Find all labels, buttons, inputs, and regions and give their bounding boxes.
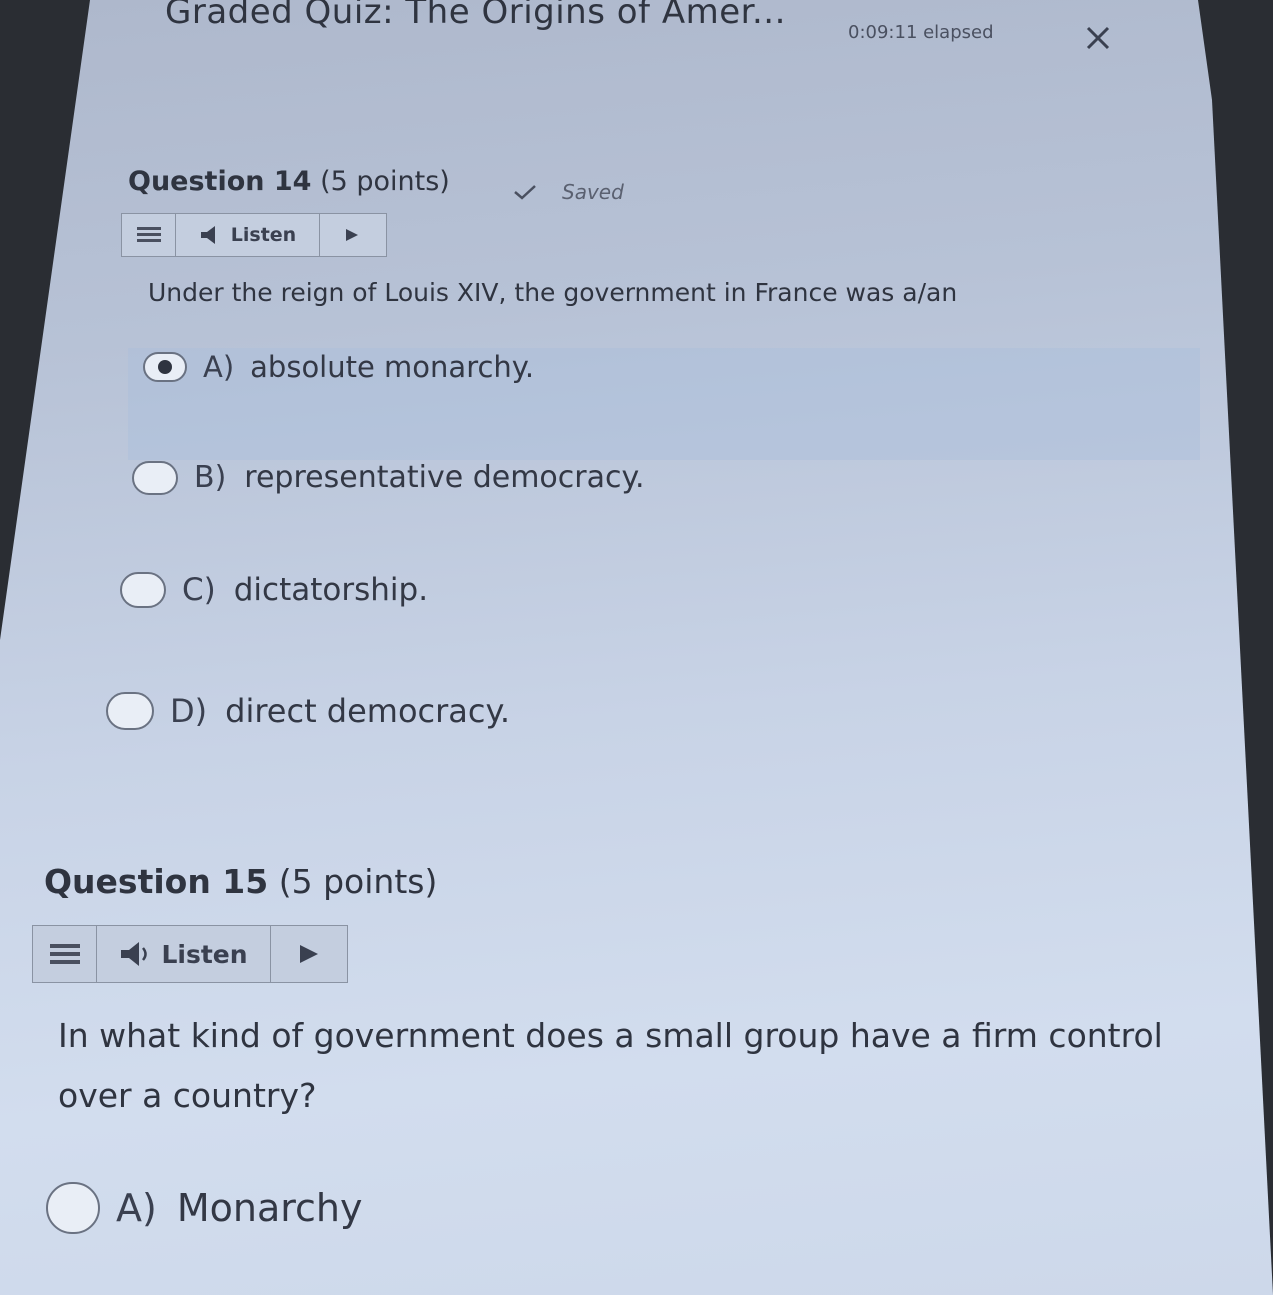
- radio-unselected[interactable]: [106, 692, 154, 730]
- option-14-b[interactable]: B) representative democracy.: [132, 460, 645, 495]
- option-letter: A): [116, 1186, 157, 1230]
- radio-unselected[interactable]: [46, 1182, 100, 1234]
- question-15-text: In what kind of government does a small …: [58, 1016, 1163, 1115]
- quiz-screen: Graded Quiz: The Origins of Amer... 0:09…: [0, 0, 1273, 1295]
- quiz-title: Graded Quiz: The Origins of Amer...: [165, 0, 786, 32]
- play-button[interactable]: [271, 926, 346, 982]
- option-15-a[interactable]: A) Monarchy: [46, 1182, 363, 1234]
- text-options-button[interactable]: [33, 926, 97, 982]
- menu-lines-icon: [136, 227, 161, 242]
- menu-lines-icon: [49, 944, 80, 964]
- option-14-d[interactable]: D) direct democracy.: [106, 692, 510, 730]
- listen-button[interactable]: Listen: [97, 926, 271, 982]
- play-button[interactable]: [320, 214, 384, 256]
- question-points: (5 points): [278, 862, 438, 901]
- radio-unselected[interactable]: [132, 460, 178, 495]
- option-letter: B): [194, 460, 227, 495]
- option-text: absolute monarchy.: [250, 350, 535, 384]
- listen-toolbar: Listen: [32, 925, 348, 983]
- speaker-icon: [200, 226, 215, 244]
- checkmark-icon: [514, 185, 536, 200]
- option-text: representative democracy.: [244, 460, 645, 495]
- question-14-text: Under the reign of Louis XIV, the govern…: [148, 278, 958, 307]
- question-number: Question 14: [128, 166, 312, 197]
- option-letter: C): [182, 572, 216, 608]
- elapsed-timer: 0:09:11 elapsed: [848, 22, 994, 43]
- play-icon: [346, 229, 358, 241]
- speaker-icon: [121, 942, 148, 966]
- listen-toolbar: Listen: [121, 213, 387, 257]
- listen-button[interactable]: Listen: [176, 214, 320, 256]
- saved-label: Saved: [562, 180, 624, 204]
- option-text: Monarchy: [176, 1186, 363, 1230]
- saved-status: Saved: [512, 180, 624, 204]
- play-icon: [299, 945, 318, 963]
- radio-unselected[interactable]: [120, 572, 166, 608]
- radio-selected[interactable]: [143, 352, 187, 382]
- option-14-a[interactable]: A) absolute monarchy.: [143, 350, 534, 384]
- option-text: dictatorship.: [233, 572, 429, 608]
- listen-label: Listen: [161, 939, 248, 969]
- option-text: direct democracy.: [225, 692, 511, 730]
- close-button[interactable]: [1082, 22, 1114, 54]
- option-14-c[interactable]: C) dictatorship.: [120, 572, 428, 608]
- question-number: Question 15: [44, 862, 269, 901]
- close-icon: [1086, 26, 1110, 50]
- text-options-button[interactable]: [122, 214, 176, 256]
- question-14-title: Question 14 (5 points): [128, 166, 450, 197]
- question-points: (5 points): [320, 166, 450, 197]
- option-letter: D): [170, 692, 208, 730]
- listen-label: Listen: [230, 224, 297, 246]
- question-15-title: Question 15 (5 points): [44, 862, 437, 901]
- option-letter: A): [203, 350, 235, 384]
